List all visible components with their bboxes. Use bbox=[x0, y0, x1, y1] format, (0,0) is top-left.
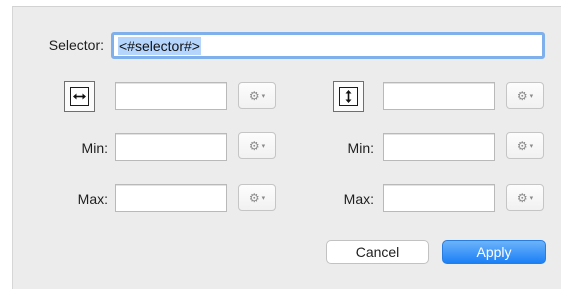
height-min-label: Min: bbox=[347, 140, 374, 156]
width-min-label: Min: bbox=[81, 140, 108, 156]
selector-value: <#selector#> bbox=[118, 36, 201, 55]
height-min-options-button[interactable]: ⚙ ▾ bbox=[506, 132, 544, 159]
vertical-resize-icon bbox=[345, 90, 352, 103]
selector-input[interactable]: <#selector#> bbox=[111, 32, 545, 59]
height-max-label: Max: bbox=[343, 191, 374, 207]
gear-icon: ⚙ bbox=[516, 88, 528, 103]
width-constraint-toggle[interactable] bbox=[64, 81, 95, 112]
width-field[interactable] bbox=[115, 82, 227, 110]
width-min-field[interactable] bbox=[115, 133, 227, 161]
height-options-button[interactable]: ⚙ ▾ bbox=[506, 82, 544, 109]
width-options-button[interactable]: ⚙ ▾ bbox=[238, 82, 276, 109]
gear-icon: ⚙ bbox=[248, 138, 260, 153]
height-field[interactable] bbox=[383, 82, 495, 110]
chevron-down-icon: ▾ bbox=[529, 93, 534, 100]
height-constraint-toggle[interactable] bbox=[333, 81, 364, 112]
chevron-down-icon: ▾ bbox=[529, 195, 534, 202]
gear-icon: ⚙ bbox=[248, 190, 260, 205]
chevron-down-icon: ▾ bbox=[261, 93, 266, 100]
chevron-down-icon: ▾ bbox=[529, 143, 534, 150]
chevron-down-icon: ▾ bbox=[261, 195, 266, 202]
width-min-options-button[interactable]: ⚙ ▾ bbox=[238, 132, 276, 159]
chevron-down-icon: ▾ bbox=[261, 143, 266, 150]
width-max-field[interactable] bbox=[115, 184, 227, 212]
gear-icon: ⚙ bbox=[516, 138, 528, 153]
horizontal-resize-icon bbox=[73, 93, 86, 100]
height-min-field[interactable] bbox=[383, 133, 495, 161]
cancel-button[interactable]: Cancel bbox=[326, 240, 429, 264]
apply-button[interactable]: Apply bbox=[442, 240, 546, 264]
width-max-options-button[interactable]: ⚙ ▾ bbox=[238, 184, 276, 211]
gear-icon: ⚙ bbox=[516, 190, 528, 205]
width-max-label: Max: bbox=[77, 191, 108, 207]
gear-icon: ⚙ bbox=[248, 88, 260, 103]
height-max-field[interactable] bbox=[383, 184, 495, 212]
height-max-options-button[interactable]: ⚙ ▾ bbox=[506, 184, 544, 211]
selector-label: Selector: bbox=[48, 37, 104, 53]
